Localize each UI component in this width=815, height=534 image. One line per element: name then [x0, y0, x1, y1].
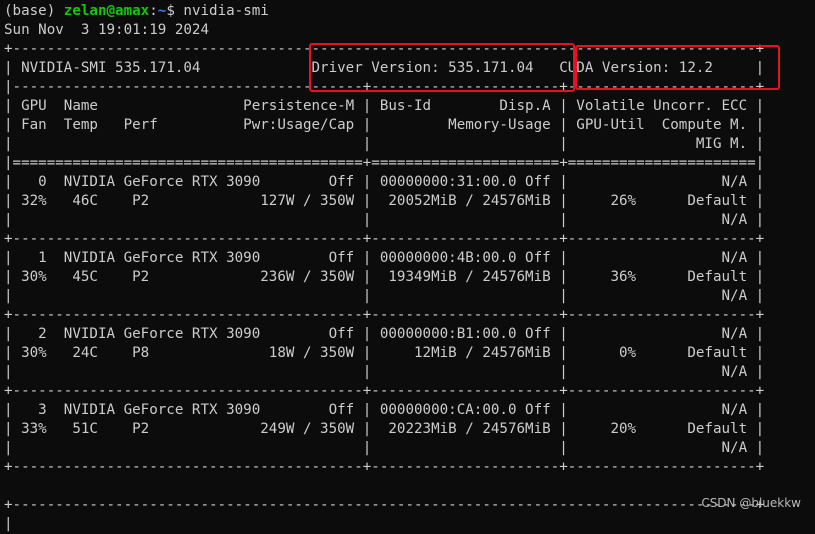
- header-double-separator: |=======================================…: [4, 155, 765, 171]
- gpu-separator: +---------------------------------------…: [4, 231, 765, 247]
- prompt-dollar: $: [166, 3, 184, 19]
- gpu-separator: +---------------------------------------…: [4, 459, 765, 475]
- gpu-3-row-3: | | | N/A |: [4, 440, 765, 456]
- column-header-row-2: | Fan Temp Perf Pwr:Usage/Cap | Memory-U…: [4, 117, 765, 133]
- gpu-2-row-2: | 30% 24C P8 18W / 350W | 12MiB / 24576M…: [4, 345, 765, 361]
- driver-version-highlight: [309, 43, 575, 92]
- gpu-0-row-3: | | | N/A |: [4, 212, 765, 228]
- prompt-colon: :: [149, 3, 158, 19]
- conda-env: (base): [4, 3, 64, 19]
- command-text[interactable]: nvidia-smi: [183, 3, 268, 19]
- gpu-3-row-1: | 3 NVIDIA GeForce RTX 3090 Off | 000000…: [4, 402, 765, 418]
- process-table-border: +---------------------------------------…: [4, 497, 765, 513]
- gpu-1-row-3: | | | N/A |: [4, 288, 765, 304]
- cuda-version-highlight: [575, 45, 780, 90]
- gpu-3-row-2: | 33% 51C P2 249W / 350W | 20223MiB / 24…: [4, 421, 765, 437]
- column-header-row-3: | | | MIG M. |: [4, 136, 765, 152]
- gpu-1-row-1: | 1 NVIDIA GeForce RTX 3090 Off | 000000…: [4, 250, 765, 266]
- gpu-separator: +---------------------------------------…: [4, 307, 765, 323]
- user-host: zelan@amax: [63, 3, 150, 19]
- gpu-2-row-3: | | | N/A |: [4, 364, 765, 380]
- gpu-0-row-2: | 32% 46C P2 127W / 350W | 20052MiB / 24…: [4, 193, 765, 209]
- gpu-2-row-1: | 2 NVIDIA GeForce RTX 3090 Off | 000000…: [4, 326, 765, 342]
- gpu-1-row-2: | 30% 45C P2 236W / 350W | 19349MiB / 24…: [4, 269, 765, 285]
- gpu-separator: +---------------------------------------…: [4, 383, 765, 399]
- watermark: CSDN @bluekkw: [701, 496, 801, 510]
- column-header-row-1: | GPU Name Persistence-M | Bus-Id Disp.A…: [4, 98, 765, 114]
- timestamp: Sun Nov 3 19:01:19 2024: [4, 22, 209, 38]
- gpu-0-row-1: | 0 NVIDIA GeForce RTX 3090 Off | 000000…: [4, 174, 765, 190]
- process-table-row: |: [4, 516, 13, 532]
- prompt-line: (base) zelan@amax:~$ nvidia-smi: [4, 2, 269, 21]
